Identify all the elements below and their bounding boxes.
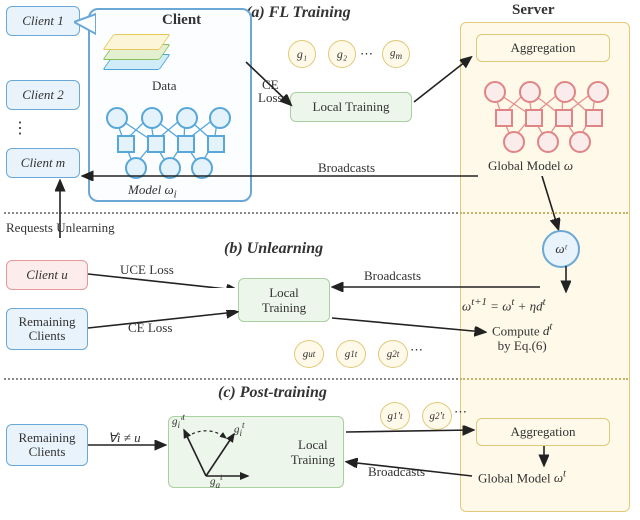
g-ellipsis: ⋯	[360, 46, 375, 62]
local-training-a-label: Local Training	[313, 99, 390, 115]
arrow-ce-b	[88, 310, 240, 332]
client-m-label: Client m	[21, 155, 65, 171]
git-label: git	[234, 420, 245, 438]
arrow-bc-b	[330, 282, 546, 292]
gm-text: gm	[390, 47, 402, 61]
divider-2-right	[460, 378, 628, 380]
clients-ellipsis: ⋮	[12, 118, 30, 138]
client-u-box: Client u	[6, 260, 88, 290]
arrow-wt-down	[560, 266, 580, 296]
local-training-b: LocalTraining	[238, 278, 330, 322]
g-ellipsis-b: ⋯	[410, 342, 425, 358]
arrow-w-to-wt	[536, 176, 566, 238]
client-2-box: Client 2	[6, 80, 80, 110]
g-ellipsis-c: ⋯	[454, 404, 469, 420]
section-a-title: (a) FL Training	[246, 4, 351, 22]
gut-badge: gut	[294, 340, 324, 368]
g2t-badge: g2t	[378, 340, 408, 368]
aggregation-a-label: Aggregation	[511, 40, 576, 56]
model-wi-label: Model ωi	[128, 182, 177, 201]
client-bubble-title: Client	[162, 12, 201, 29]
data-icon	[100, 30, 170, 76]
arrow-bc-c	[344, 458, 478, 484]
bubble-tail	[74, 8, 96, 40]
arrow-uce	[88, 266, 240, 288]
divider-1-left	[4, 212, 458, 214]
g2-badge: g₂	[328, 40, 356, 68]
remain-c-label: RemainingClients	[18, 431, 75, 459]
gm-badge: gm	[382, 40, 410, 68]
global-model-a-label: Global Model ω	[488, 158, 573, 174]
local-training-a: Local Training	[290, 92, 412, 122]
aggregation-c-label: Aggregation	[511, 424, 576, 440]
server-title: Server	[512, 2, 554, 19]
global-model-c-label: Global Model ωt	[478, 468, 566, 486]
g1t-badge: g1t	[336, 340, 366, 368]
global-model-icon	[478, 78, 608, 152]
arrow-broadcasts-a	[80, 152, 488, 182]
compute-dt-label: Compute dtby Eq.(6)	[492, 320, 552, 353]
aggregation-c: Aggregation	[476, 418, 610, 446]
arrow-train-to-compute	[330, 316, 490, 340]
local-training-c-label: LocalTraining	[291, 437, 335, 467]
client-2-label: Client 2	[22, 87, 64, 103]
remain-c-box: RemainingClients	[6, 424, 88, 466]
local-training-b-label: LocalTraining	[262, 285, 306, 315]
divider-1-right	[460, 212, 628, 214]
divider-2-left	[4, 378, 458, 380]
section-c-title: (c) Post-training	[218, 384, 327, 402]
arrow-req-unlearn	[50, 178, 70, 242]
arrow-train-to-agg-c	[344, 420, 478, 436]
client-1-label: Client 1	[22, 13, 64, 29]
client-1-box: Client 1	[6, 6, 80, 36]
update-eqn: ωt+1 = ωt + ηdt	[462, 296, 546, 314]
wt-node: ωᵗ	[542, 230, 580, 268]
gip-label: gi't	[172, 412, 185, 430]
data-label: Data	[152, 78, 177, 94]
arrow-remain-to-train-c	[88, 438, 170, 452]
arrow-train-to-agg	[412, 54, 478, 104]
gat-label: gat	[210, 472, 223, 490]
diagram-root: { "clients": { "c1": "Client 1", "c2": "…	[0, 0, 640, 520]
client-m-box: Client m	[6, 148, 80, 178]
section-b-title: (b) Unlearning	[224, 240, 323, 258]
wt-label: ωᵗ	[555, 241, 566, 257]
remain-b-label: RemainingClients	[18, 315, 75, 343]
client-u-label: Client u	[26, 267, 68, 283]
arrow-agg-to-global-c	[536, 446, 554, 468]
remain-b-box: RemainingClients	[6, 308, 88, 350]
arrow-data-to-train	[240, 56, 300, 116]
aggregation-a: Aggregation	[476, 34, 610, 62]
g2-text: g₂	[337, 47, 347, 62]
